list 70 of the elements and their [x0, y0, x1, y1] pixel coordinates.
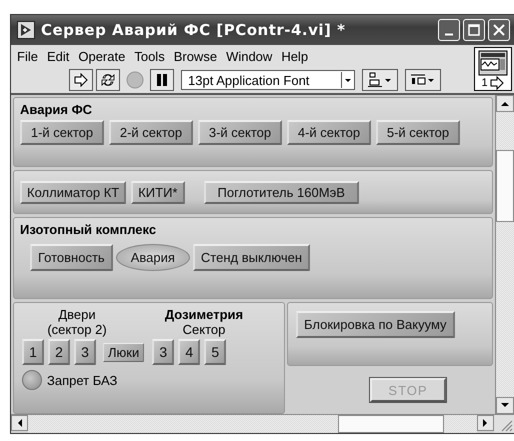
right-arrow-icon	[483, 419, 488, 427]
menu-item[interactable]: File	[17, 48, 38, 64]
panel-title: Авария ФС	[20, 102, 94, 117]
vi-icon[interactable]: 1	[474, 47, 512, 91]
alarm-indicator[interactable]: Авария	[116, 244, 190, 271]
distribute-objects-button[interactable]	[405, 69, 441, 91]
pause-icon	[155, 73, 169, 87]
device-indicator[interactable]: Коллиматор КТ	[20, 180, 126, 204]
up-arrow-icon	[501, 101, 509, 106]
interlock-label: Запрет БАЗ	[47, 372, 118, 388]
menu-item[interactable]: Window	[226, 48, 272, 64]
scroll-thumb[interactable]	[338, 415, 444, 433]
maximize-icon	[467, 23, 481, 37]
hatches-indicator[interactable]: Люки	[103, 342, 144, 362]
door-indicator[interactable]: 3	[74, 339, 96, 365]
sector-indicator[interactable]: 2-й сектор	[109, 120, 193, 145]
align-icon	[367, 72, 393, 88]
align-objects-button[interactable]	[362, 69, 398, 91]
window-title: Сервер Аварий ФС [PContr-4.vi] *	[41, 21, 346, 39]
scroll-up-button[interactable]	[496, 95, 514, 112]
horizontal-scrollbar[interactable]	[11, 415, 494, 433]
pause-button[interactable]	[150, 69, 174, 91]
graph-panel-icon	[478, 50, 508, 76]
doors-sector-label: (сектор 2)	[47, 322, 107, 337]
maximize-button[interactable]	[463, 19, 485, 41]
close-button[interactable]	[488, 19, 510, 41]
stop-sign-icon	[126, 71, 144, 89]
run-continuously-button[interactable]	[96, 69, 120, 91]
door-indicator[interactable]: 1	[22, 339, 44, 365]
vacuum-lock-indicator[interactable]: Блокировка по Вакууму	[296, 311, 455, 338]
sector-indicator[interactable]: 1-й сектор	[20, 120, 104, 145]
dosimetry-indicator[interactable]: 5	[204, 339, 226, 365]
app-icon	[17, 21, 35, 39]
minimize-button[interactable]	[438, 19, 460, 41]
menu-item[interactable]: Help	[281, 48, 308, 64]
connector-number: 1	[481, 77, 488, 89]
vertical-scrollbar[interactable]	[495, 95, 514, 414]
caret-icon	[341, 72, 354, 88]
connector-arrow-icon	[488, 76, 505, 90]
menu-item[interactable]: Edit	[46, 48, 70, 64]
menu-item[interactable]: Browse	[174, 48, 218, 64]
device-indicator[interactable]: Поглотитель 160МэВ	[204, 180, 359, 204]
scroll-left-button[interactable]	[11, 415, 28, 431]
sector-label: Сектор	[182, 322, 226, 337]
close-icon	[492, 23, 506, 37]
status-indicator[interactable]: Готовность	[30, 244, 113, 271]
scroll-thumb[interactable]	[496, 150, 514, 222]
left-arrow-icon	[17, 419, 22, 427]
device-indicator[interactable]: КИТИ*	[131, 180, 184, 204]
status-indicator[interactable]: Стенд выключен	[192, 244, 310, 271]
font-dropdown[interactable]: 13pt Application Font	[181, 70, 355, 90]
down-arrow-icon	[501, 403, 509, 408]
resize-grip-icon[interactable]	[494, 415, 514, 433]
run-arrow-icon	[73, 73, 89, 87]
doors-label: Двери	[58, 307, 96, 322]
sector-indicator[interactable]: 5-й сектор	[376, 120, 460, 145]
menu-item[interactable]: Operate	[78, 48, 126, 64]
dosimetry-label: Дозиметрия	[164, 307, 244, 322]
panel-title: Изотопный комплекс	[20, 222, 158, 237]
sector-indicator[interactable]: 4-й сектор	[287, 120, 371, 145]
sector-indicator[interactable]: 3-й сектор	[198, 120, 282, 145]
scroll-down-button[interactable]	[496, 397, 514, 414]
dosimetry-indicator[interactable]: 3	[152, 339, 174, 365]
run-button[interactable]	[69, 69, 93, 91]
dosimetry-indicator[interactable]: 4	[178, 339, 200, 365]
run-continuously-icon	[100, 72, 116, 88]
menu-item[interactable]: Tools	[134, 48, 165, 64]
scroll-right-button[interactable]	[477, 415, 494, 431]
minimize-icon	[445, 33, 453, 36]
door-indicator[interactable]: 2	[48, 339, 70, 365]
